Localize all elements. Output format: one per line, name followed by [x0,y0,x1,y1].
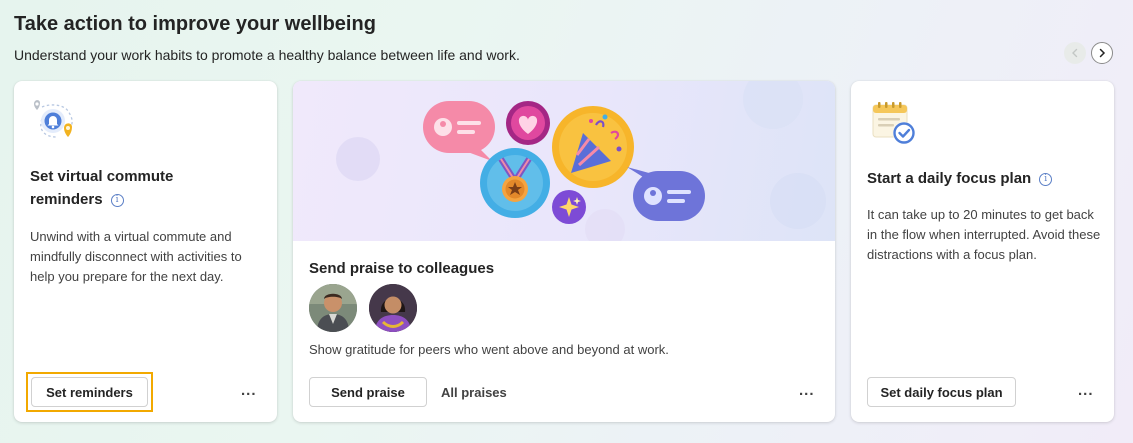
praise-banner [293,81,835,249]
card-title: Start a daily focus plan i [867,167,1053,190]
chevron-right-icon [1099,48,1106,58]
daily-focus-plan-card: Start a daily focus plan i It can take up… [851,81,1114,422]
card-title: Set virtual commute reminders i [30,168,174,208]
person-photo [309,284,357,332]
set-reminders-button[interactable]: Set reminders [31,377,148,407]
card-description: Unwind with a virtual commute and mindfu… [30,229,242,284]
all-praises-link[interactable]: All praises [441,385,507,400]
colleague-avatar[interactable] [369,284,417,332]
previous-button[interactable] [1064,42,1086,64]
chevron-left-icon [1072,48,1078,58]
send-praise-button[interactable]: Send praise [309,377,427,407]
card-title: Send praise to colleagues [309,260,495,277]
commute-location-icon [34,100,73,138]
page-title: Take action to improve your wellbeing [14,13,376,35]
set-daily-focus-plan-button[interactable]: Set daily focus plan [867,377,1016,407]
card-description: Show gratitude for peers who went above … [309,342,669,357]
calendar-check-icon [872,102,915,144]
more-options-button[interactable]: ... [1078,382,1094,399]
info-icon[interactable]: i [1039,173,1053,186]
more-options-button[interactable]: ... [799,382,815,399]
next-button[interactable] [1091,42,1113,64]
send-praise-card: Send praise to colleagues Show gratitude… [293,81,835,422]
praise-illustration [336,81,826,249]
card-description: It can take up to 20 minutes to get back… [867,207,1101,262]
person-photo [369,284,417,332]
info-icon[interactable]: i [110,194,124,207]
virtual-commute-card: Set virtual commute reminders i Unwind wi… [14,81,277,422]
colleague-avatar[interactable] [309,284,357,332]
page-subtitle: Understand your work habits to promote a… [14,47,520,63]
more-options-button[interactable]: ... [241,382,257,399]
